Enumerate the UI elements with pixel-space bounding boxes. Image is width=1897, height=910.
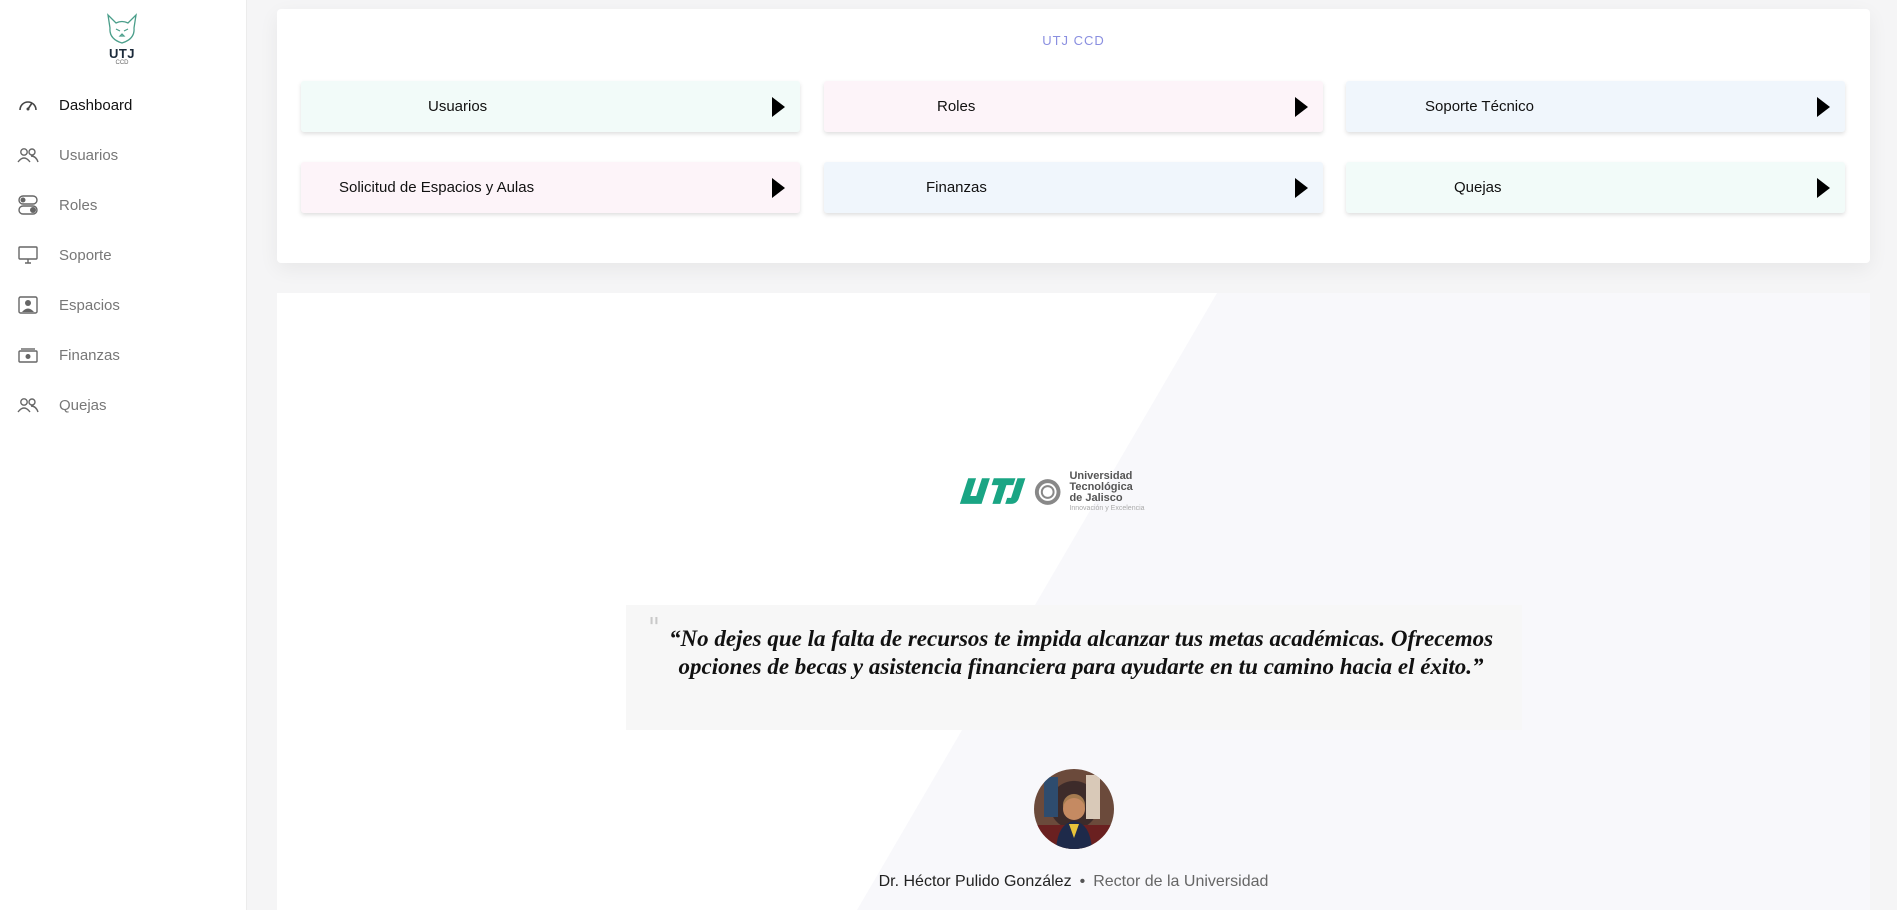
quote-box: " “No dejes que la falta de recursos te … bbox=[626, 605, 1522, 730]
sidebar-item-finanzas[interactable]: Finanzas bbox=[0, 330, 247, 380]
brand-text: UTJ bbox=[108, 46, 136, 61]
tile-label: Quejas bbox=[1454, 179, 1502, 196]
play-arrow-icon bbox=[1817, 97, 1830, 117]
tile-usuarios[interactable]: Usuarios bbox=[301, 81, 800, 132]
sidebar-item-label: Roles bbox=[59, 196, 98, 214]
play-arrow-icon bbox=[1295, 97, 1308, 117]
tile-label: Usuarios bbox=[428, 98, 488, 115]
logo-tagline: Innovación y Excelencia bbox=[1069, 505, 1145, 512]
sidebar-item-soporte[interactable]: Soporte bbox=[0, 230, 247, 280]
logo-line-1: Universidad Tecnológica bbox=[1069, 470, 1133, 493]
monitor-icon bbox=[17, 245, 39, 265]
play-arrow-icon bbox=[1295, 178, 1308, 198]
sidebar-item-label: Quejas bbox=[59, 396, 107, 414]
university-logo: Universidad Tecnológica de Jalisco Innov… bbox=[957, 470, 1197, 512]
author-line: Dr. Héctor Pulido González • Rector de la … bbox=[277, 873, 1870, 891]
tile-label: Solicitud de Espacios y Aulas bbox=[339, 179, 535, 196]
sidebar-item-espacios[interactable]: Espacios bbox=[0, 280, 247, 330]
person-square-icon bbox=[17, 295, 39, 315]
sidebar: UTJ CCD Dashboard Usuarios Roles Soporte… bbox=[0, 0, 247, 910]
utj-logo-icon bbox=[959, 478, 1061, 505]
author-separator: • bbox=[1079, 873, 1086, 890]
author-name: Dr. Héctor Pulido González bbox=[878, 873, 1072, 890]
quote-text: “No dejes que la falta de recursos te im… bbox=[668, 626, 1494, 679]
sidebar-item-dashboard[interactable]: Dashboard bbox=[0, 80, 247, 130]
play-arrow-icon bbox=[1817, 178, 1830, 198]
tile-quejas[interactable]: Quejas bbox=[1346, 162, 1845, 213]
author-role: Rector de la Universidad bbox=[1093, 873, 1269, 890]
gauge-icon bbox=[17, 95, 39, 115]
sidebar-nav: Dashboard Usuarios Roles Soporte Espacio… bbox=[0, 80, 247, 430]
tile-solicitud-espacios[interactable]: Solicitud de Espacios y Aulas bbox=[301, 162, 800, 213]
sidebar-item-usuarios[interactable]: Usuarios bbox=[0, 130, 247, 180]
brand-logo[interactable]: UTJ CCD bbox=[104, 12, 140, 74]
quote-mark-icon: " bbox=[648, 613, 660, 643]
cash-icon bbox=[17, 345, 39, 365]
sidebar-item-label: Usuarios bbox=[59, 146, 119, 164]
sidebar-item-label: Soporte bbox=[59, 246, 112, 264]
tile-label: Finanzas bbox=[926, 179, 987, 196]
sidebar-item-quejas[interactable]: Quejas bbox=[0, 380, 247, 430]
sidebar-item-label: Dashboard bbox=[59, 96, 133, 114]
tile-roles[interactable]: Roles bbox=[824, 81, 1323, 132]
logo-line-2: de Jalisco bbox=[1069, 492, 1123, 504]
modules-card: UTJ CCD Usuarios Roles Soporte Técnico S… bbox=[277, 9, 1870, 263]
play-arrow-icon bbox=[772, 178, 785, 198]
users-icon bbox=[17, 145, 39, 165]
tile-finanzas[interactable]: Finanzas bbox=[824, 162, 1323, 213]
play-arrow-icon bbox=[772, 97, 785, 117]
cat-logo-icon bbox=[107, 13, 137, 44]
toggles-icon bbox=[17, 195, 39, 215]
card-title: UTJ CCD bbox=[1042, 33, 1105, 48]
avatar bbox=[1034, 769, 1114, 849]
people-icon bbox=[17, 395, 39, 415]
sidebar-item-label: Finanzas bbox=[59, 346, 120, 364]
tile-soporte-tecnico[interactable]: Soporte Técnico bbox=[1346, 81, 1845, 132]
tile-label: Roles bbox=[937, 98, 976, 115]
brand-subtext: CCD bbox=[115, 60, 129, 66]
tile-label: Soporte Técnico bbox=[1425, 98, 1534, 115]
sidebar-item-roles[interactable]: Roles bbox=[0, 180, 247, 230]
testimonial-card: Universidad Tecnológica de Jalisco Innov… bbox=[277, 293, 1870, 910]
sidebar-item-label: Espacios bbox=[59, 296, 120, 314]
